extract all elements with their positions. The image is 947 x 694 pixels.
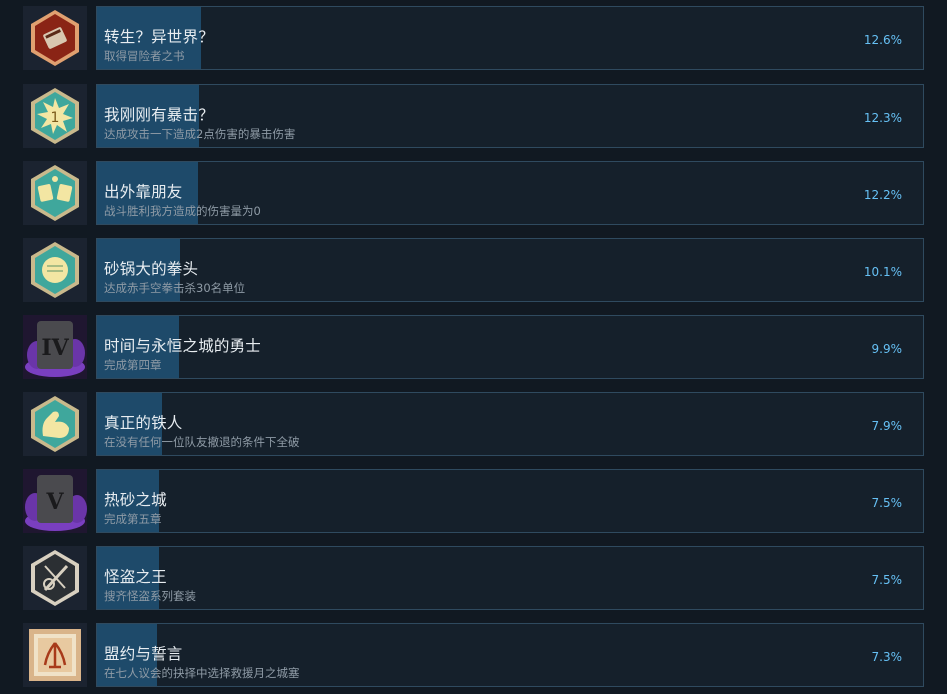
achievement-description: 达成赤手空拳击杀30名单位 [104,281,246,295]
achievement-description: 达成攻击一下造成2点伤害的暴击伤害 [104,127,296,141]
achievement-panel: 我刚刚有暴击？ 达成攻击一下造成2点伤害的暴击伤害 12.3% [96,84,924,148]
achievement-title: 转生？异世界？ [104,28,214,46]
critical-hit-badge-icon: 1 [23,84,87,148]
achievement-percent: 7.3% [871,650,903,664]
achievement-title: 怪盗之王 [104,568,167,586]
achievement-panel: 出外靠朋友 战斗胜利我方造成的伤害量为0 12.2% [96,161,924,225]
achievement-panel: 砂锅大的拳头 达成赤手空拳击杀30名单位 10.1% [96,238,924,302]
achievement-row[interactable]: 盟约与誓言 在七人议会的抉择中选择救援月之城塞 7.3% [0,623,947,689]
flexed-arm-badge-icon [23,392,87,456]
achievement-title: 真正的铁人 [104,414,183,432]
achievement-percent: 9.9% [871,342,903,356]
achievement-percent: 7.5% [871,496,903,510]
fist-badge-icon [23,238,87,302]
achievement-row[interactable]: IV 时间与永恒之城的勇士 完成第四章 9.9% [0,315,947,381]
achievement-title: 盟约与誓言 [104,645,183,663]
book-badge-icon [23,6,87,70]
achievement-description: 完成第五章 [104,512,162,526]
achievement-panel: 转生？异世界？ 取得冒险者之书 12.6% [96,6,924,70]
achievement-title: 时间与永恒之城的勇士 [104,337,262,355]
achievement-percent: 7.5% [871,573,903,587]
achievement-percent: 10.1% [863,265,902,279]
achievement-description: 在七人议会的抉择中选择救援月之城塞 [104,666,300,680]
achievement-row[interactable]: 怪盗之王 搜齐怪盗系列套装 7.5% [0,546,947,612]
chapter-four-tombstone-icon: IV [23,315,87,379]
achievement-panel: 怪盗之王 搜齐怪盗系列套装 7.5% [96,546,924,610]
achievement-row[interactable]: 出外靠朋友 战斗胜利我方造成的伤害量为0 12.2% [0,161,947,227]
achievement-panel: 时间与永恒之城的勇士 完成第四章 9.9% [96,315,924,379]
achievement-description: 取得冒险者之书 [104,49,185,63]
thief-tools-badge-icon [23,546,87,610]
achievement-percent: 7.9% [871,419,903,433]
covenant-scroll-icon [23,623,87,687]
cheers-mugs-badge-icon [23,161,87,225]
achievement-panel: 盟约与誓言 在七人议会的抉择中选择救援月之城塞 7.3% [96,623,924,687]
achievement-row[interactable]: 1 我刚刚有暴击？ 达成攻击一下造成2点伤害的暴击伤害 12.3% [0,84,947,150]
svg-text:IV: IV [41,335,69,361]
achievement-percent: 12.2% [863,188,902,202]
achievement-description: 在没有任何一位队友撤退的条件下全破 [104,435,300,449]
achievement-percent: 12.6% [863,33,902,47]
achievement-title: 出外靠朋友 [104,183,183,201]
achievement-list: 转生？异世界？ 取得冒险者之书 12.6% 1 我刚刚有暴击？ 达成攻击一下造成… [0,0,947,694]
svg-text:V: V [45,489,64,515]
achievement-title: 我刚刚有暴击？ [104,106,214,124]
achievement-row[interactable]: 砂锅大的拳头 达成赤手空拳击杀30名单位 10.1% [0,238,947,304]
svg-text:1: 1 [51,110,60,126]
achievement-row[interactable]: 转生？异世界？ 取得冒险者之书 12.6% [0,6,947,72]
achievement-title: 砂锅大的拳头 [104,260,199,278]
chapter-five-tombstone-icon: V [23,469,87,533]
achievement-percent: 12.3% [863,111,902,125]
achievement-panel: 热砂之城 完成第五章 7.5% [96,469,924,533]
achievement-row[interactable]: V 热砂之城 完成第五章 7.5% [0,469,947,535]
achievement-description: 战斗胜利我方造成的伤害量为0 [104,204,261,218]
achievement-description: 完成第四章 [104,358,162,372]
achievement-panel: 真正的铁人 在没有任何一位队友撤退的条件下全破 7.9% [96,392,924,456]
achievement-title: 热砂之城 [104,491,167,509]
achievement-row[interactable]: 真正的铁人 在没有任何一位队友撤退的条件下全破 7.9% [0,392,947,458]
achievement-description: 搜齐怪盗系列套装 [104,589,196,603]
